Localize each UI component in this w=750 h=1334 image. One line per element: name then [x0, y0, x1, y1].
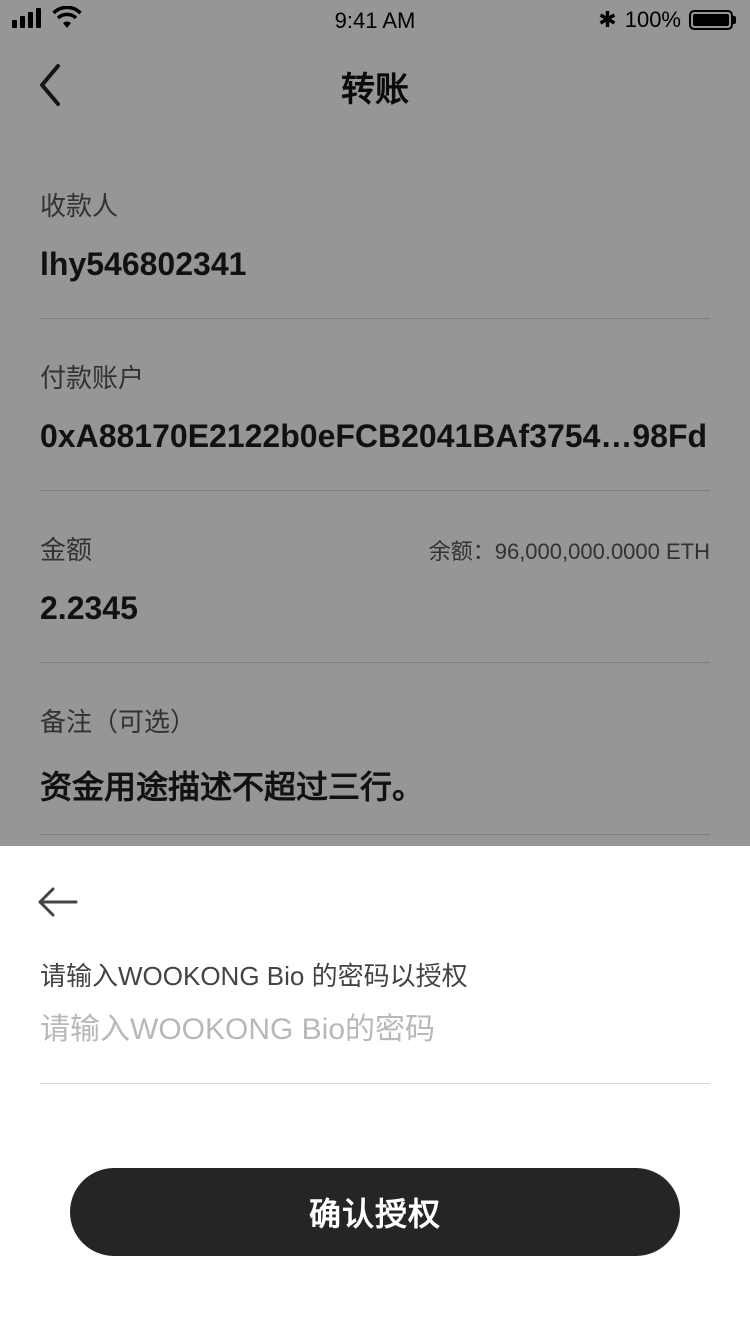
modal-backdrop[interactable]: [0, 0, 750, 846]
transfer-screen: 9:41 AM ✱ 100% 转账 收款人 lhy546802341 付款账户 …: [0, 0, 750, 1334]
auth-prompt: 请输入WOOKONG Bio 的密码以授权: [40, 961, 468, 991]
password-input[interactable]: [40, 1004, 710, 1084]
auth-sheet: 请输入WOOKONG Bio 的密码以授权 确认授权: [0, 846, 750, 1334]
confirm-authorize-button[interactable]: 确认授权: [70, 1168, 680, 1256]
arrow-left-icon[interactable]: [36, 884, 80, 920]
